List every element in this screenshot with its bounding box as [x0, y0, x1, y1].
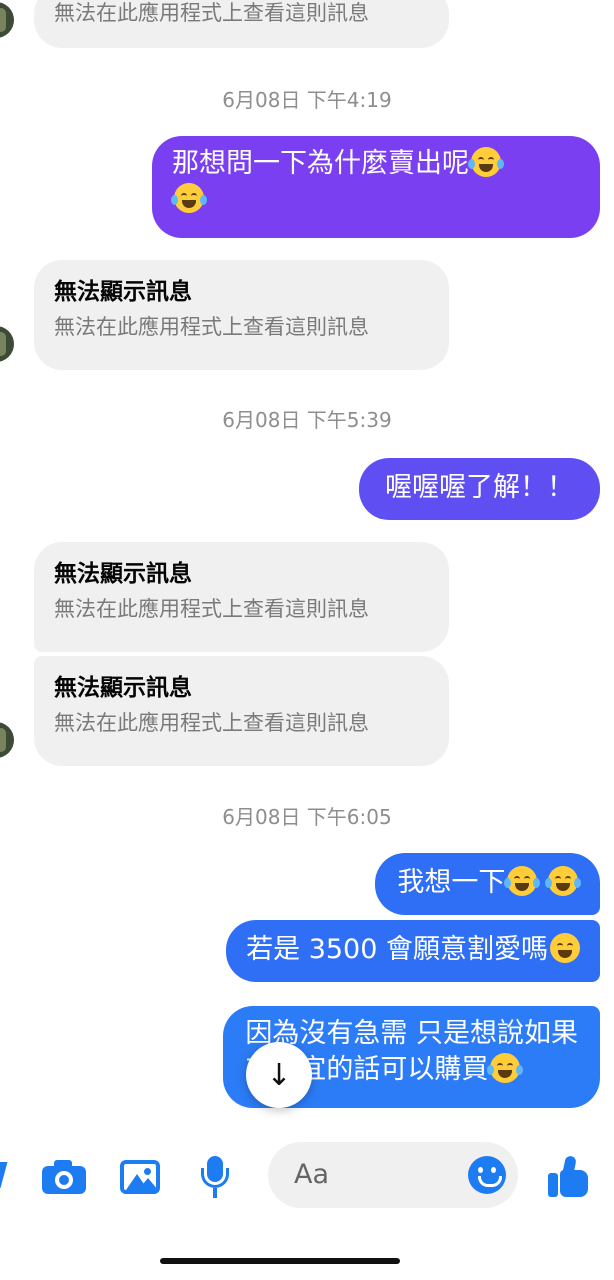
incoming-message[interactable]: 無法顯示訊息 無法在此應用程式上查看這則訊息 [34, 260, 449, 370]
emoji-icon[interactable] [468, 1156, 506, 1194]
laughing-tears-emoji-icon [171, 183, 207, 213]
more-actions-icon[interactable] [0, 1162, 8, 1188]
outgoing-message[interactable]: 喔喔喔了解！！ [359, 458, 600, 520]
unavailable-message-sub: 無法在此應用程式上查看這則訊息 [54, 1, 369, 25]
crying-emoji-icon [504, 866, 541, 896]
message-text: 那想問一下為什麼賣出呢 [172, 148, 469, 179]
laughing-tears-emoji-icon [468, 147, 504, 177]
crying-emoji-icon [545, 866, 581, 896]
timestamp: 6月08日 下午5:39 [222, 408, 392, 432]
outgoing-message[interactable]: 我想一下 [375, 853, 600, 915]
laughing-tears-emoji-icon [487, 1053, 524, 1083]
timestamp: 6月08日 下午6:05 [222, 805, 392, 829]
microphone-icon[interactable] [200, 1156, 230, 1200]
gallery-icon[interactable] [120, 1160, 160, 1194]
message-text: 若是 3500 會願意割愛嗎 [246, 934, 548, 965]
unavailable-message-title: 無法顯示訊息 [54, 279, 192, 305]
message-composer: Aa [0, 1128, 614, 1228]
home-indicator[interactable] [160, 1258, 400, 1264]
incoming-message[interactable]: 無法在此應用程式上查看這則訊息 [34, 0, 449, 48]
unavailable-message-sub: 無法在此應用程式上查看這則訊息 [54, 315, 369, 339]
message-input-placeholder: Aa [294, 1159, 330, 1190]
outgoing-message[interactable]: 若是 3500 會願意割愛嗎 [226, 920, 600, 982]
avatar[interactable] [0, 2, 14, 38]
avatar[interactable] [0, 326, 14, 362]
incoming-message[interactable]: 無法顯示訊息 無法在此應用程式上查看這則訊息 [34, 542, 449, 652]
camera-icon[interactable] [42, 1160, 86, 1194]
message-text: 喔喔喔了解！！ [385, 472, 574, 503]
message-text: 我想一下 [397, 867, 506, 898]
arrow-down-icon: ↓ [266, 1057, 292, 1093]
unavailable-message-sub: 無法在此應用程式上查看這則訊息 [54, 597, 369, 621]
thumbs-up-icon[interactable] [548, 1155, 588, 1198]
outgoing-message[interactable]: 那想問一下為什麼賣出呢 [152, 136, 600, 238]
timestamp: 6月08日 下午4:19 [222, 88, 392, 112]
unavailable-message-sub: 無法在此應用程式上查看這則訊息 [54, 711, 369, 735]
unavailable-message-title: 無法顯示訊息 [54, 561, 192, 587]
unavailable-message-title: 無法顯示訊息 [54, 675, 192, 701]
avatar[interactable] [0, 722, 14, 758]
pleading-face-emoji-icon [550, 933, 580, 963]
incoming-message[interactable]: 無法顯示訊息 無法在此應用程式上查看這則訊息 [34, 656, 449, 766]
scroll-to-bottom-button[interactable]: ↓ [246, 1042, 312, 1108]
message-input[interactable]: Aa [268, 1142, 518, 1208]
